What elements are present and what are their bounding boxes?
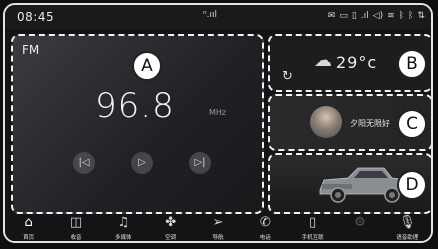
frequency-unit: MHz <box>209 108 227 117</box>
callout-b: B <box>397 49 427 79</box>
nav-label: 多媒体 <box>115 235 132 241</box>
wifi-icon: ≋ <box>387 11 395 21</box>
music-widget[interactable]: 夕阳无限好 C <box>268 94 431 151</box>
signal-icon: .ıl <box>360 11 369 21</box>
bluetooth-alt-icon: ᛒ <box>408 11 414 21</box>
nav-voice-assistant[interactable]: 🎙 语音助理 <box>387 214 427 241</box>
next-station-button[interactable]: ▷| <box>189 152 211 174</box>
skip-next-icon: ▷| <box>194 157 206 168</box>
vehicle-widget[interactable]: D <box>268 153 431 214</box>
nav-label: 收音 <box>70 235 82 241</box>
nav-home[interactable]: ⌂ 首页 <box>9 214 49 241</box>
nav-settings[interactable]: ⚙ <box>340 214 380 233</box>
nav-media[interactable]: ♫ 多媒体 <box>103 214 143 241</box>
radio-widget[interactable]: FM A 96.8 MHz |◁ ▷ ▷| <box>11 34 264 214</box>
bluetooth-icon: ᛒ <box>398 11 405 21</box>
usb-icon: ⇅ <box>417 11 425 21</box>
microphone-icon: 🎙 <box>399 215 416 230</box>
sd-card-icon: ▯ <box>351 11 357 21</box>
settings-icon: ⚙ <box>354 215 366 230</box>
album-art <box>310 106 342 138</box>
nav-label: 导航 <box>212 235 224 241</box>
temperature: 29°c <box>336 53 378 72</box>
signal-indicator: ⁿ.ııl <box>203 10 217 20</box>
play-button[interactable]: ▷ <box>131 152 153 174</box>
nav-label: 语音助理 <box>396 235 419 241</box>
nav-label: 空调 <box>165 235 177 241</box>
skip-previous-icon: |◁ <box>78 157 90 168</box>
display-frame: 08:45 ⁿ.ııl ✉ ▭ ▯ .ıl ◁) ≋ ᛒ ᛒ ⇅ FM A 96… <box>3 3 433 243</box>
refresh-icon[interactable]: ↻ <box>282 69 293 84</box>
nav-label: 电话 <box>259 235 271 241</box>
nav-label: 首页 <box>23 235 35 241</box>
fan-icon: ✤ <box>165 215 177 230</box>
nav-navigation[interactable]: ➢ 导航 <box>198 214 238 241</box>
phone-icon: ✆ <box>259 215 271 230</box>
bottom-nav: ⌂ 首页 ◫ 收音 ♫ 多媒体 ✤ 空调 ➢ 导航 ✆ 电话 ▯ 手机互联 ⚙ … <box>5 214 431 241</box>
radio-frequency: 96.8 <box>95 86 175 126</box>
clock: 08:45 <box>17 10 55 24</box>
weather-widget[interactable]: ↻ ☁ 29°c B <box>268 34 431 92</box>
previous-station-button[interactable]: |◁ <box>73 152 95 174</box>
partly-cloudy-icon: ☁ <box>314 50 332 71</box>
home-icon: ⌂ <box>24 215 33 230</box>
callout-c: C <box>397 109 427 139</box>
volume-icon: ◁) <box>372 11 384 21</box>
nav-phone-link[interactable]: ▯ 手机互联 <box>293 214 333 241</box>
message-icon: ✉ <box>327 11 336 21</box>
radio-band: FM <box>22 43 40 57</box>
phone-link-icon: ▯ <box>309 215 317 230</box>
music-icon: ♫ <box>117 215 130 230</box>
navigation-icon: ➢ <box>212 215 224 230</box>
status-bar: 08:45 ⁿ.ııl ✉ ▭ ▯ .ıl ◁) ≋ ᛒ ᛒ ⇅ <box>5 5 431 29</box>
mail-icon: ▭ <box>339 11 348 21</box>
nav-climate[interactable]: ✤ 空调 <box>151 214 191 241</box>
callout-d: D <box>397 170 427 200</box>
nav-radio[interactable]: ◫ 收音 <box>56 214 96 241</box>
nav-label: 手机互联 <box>301 235 324 241</box>
callout-a: A <box>132 51 162 81</box>
song-title: 夕阳无限好 <box>350 119 390 128</box>
nav-phone[interactable]: ✆ 电话 <box>245 214 285 241</box>
status-icons: ✉ ▭ ▯ .ıl ◁) ≋ ᛒ ᛒ ⇅ <box>328 11 425 21</box>
head-unit-screen: 08:45 ⁿ.ııl ✉ ▭ ▯ .ıl ◁) ≋ ᛒ ᛒ ⇅ FM A 96… <box>0 0 438 249</box>
play-icon: ▷ <box>138 157 146 168</box>
radio-icon: ◫ <box>69 215 83 230</box>
